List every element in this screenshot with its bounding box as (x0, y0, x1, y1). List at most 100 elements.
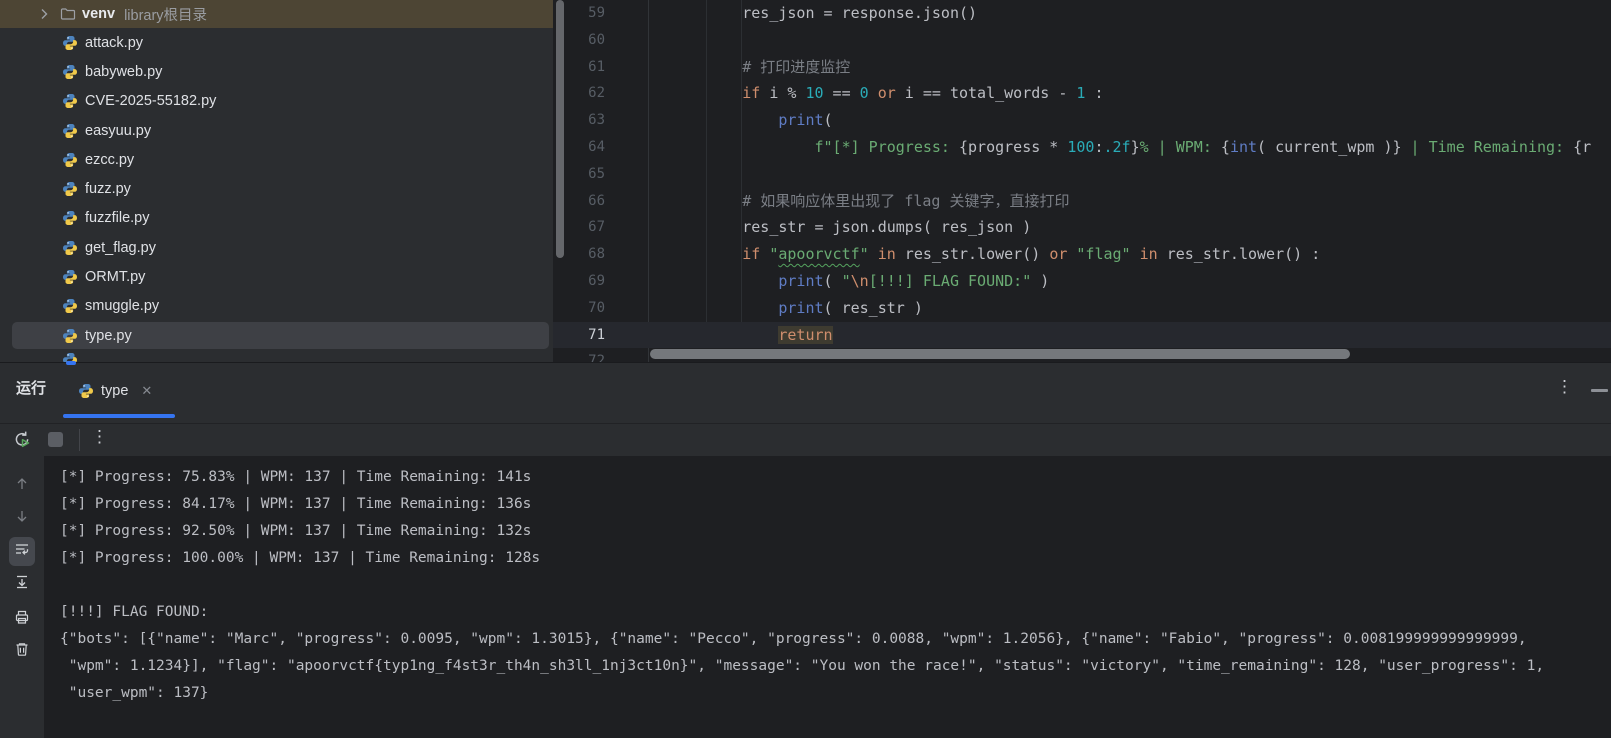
line-text: print( "\n[!!!] FLAG FOUND:" ) (553, 268, 1611, 295)
console-line: [*] Progress: 84.17% | WPM: 137 | Time R… (60, 491, 1611, 518)
line-text: res_json = response.json() (553, 0, 1611, 27)
code-line-59: 59 res_json = response.json() (553, 0, 1611, 27)
tree-item-fuzz.py[interactable]: fuzz.py (0, 174, 553, 203)
down-stacktrace-icon[interactable] (14, 508, 30, 529)
file-name: attack.py (85, 35, 143, 51)
code-editor[interactable]: 59 res_json = response.json()6061 # 打印进度… (553, 0, 1611, 362)
line-text: print( (553, 107, 1611, 134)
line-text: res_str = json.dumps( res_json ) (553, 214, 1611, 241)
more-options-icon[interactable]: ⋮ (91, 427, 108, 447)
file-name: fuzzfile.py (85, 210, 149, 226)
file-name: babyweb.py (85, 64, 162, 80)
hide-panel-icon[interactable] (1591, 389, 1608, 392)
code-line-65: 65 (553, 161, 1611, 188)
console-line: [!!!] FLAG FOUND: (60, 599, 1611, 626)
ide-window: venv library根目录 attack.py babyweb.py CVE-2… (0, 0, 1611, 738)
tree-item-attack.py[interactable]: attack.py (0, 28, 553, 57)
tree-item-get_flag.py[interactable]: get_flag.py (0, 233, 553, 262)
tree-item-venv[interactable]: venv library根目录 (0, 0, 553, 28)
editor-horizontal-scrollbar[interactable] (650, 349, 1350, 359)
soft-wrap-icon[interactable] (9, 537, 35, 566)
up-stacktrace-icon[interactable] (14, 476, 30, 497)
tree-item-CVE-2025-55182.py[interactable]: CVE-2025-55182.py (0, 87, 553, 116)
line-number[interactable]: 69 (553, 268, 605, 295)
python-file-icon (62, 93, 78, 109)
python-file-icon (62, 35, 78, 51)
tree-item-easyuu.py[interactable]: easyuu.py (0, 116, 553, 145)
rerun-icon[interactable] (13, 430, 31, 453)
editor-lines: 59 res_json = response.json()6061 # 打印进度… (553, 0, 1611, 362)
console-line: [*] Progress: 92.50% | WPM: 137 | Time R… (60, 518, 1611, 545)
run-toolbar: ⋮ (0, 424, 1611, 456)
tree-vertical-scrollbar[interactable] (556, 0, 564, 258)
code-line-60: 60 (553, 27, 1611, 54)
run-tab-type[interactable]: type ✕ (63, 363, 175, 419)
console-line: [*] Progress: 75.83% | WPM: 137 | Time R… (60, 464, 1611, 491)
file-name: get_flag.py (85, 240, 156, 256)
line-text: print( res_str ) (553, 295, 1611, 322)
tree-item-babyweb.py[interactable]: babyweb.py (0, 57, 553, 86)
line-number[interactable]: 70 (553, 295, 605, 322)
tree-item-type.py[interactable]: type.py (0, 321, 553, 350)
code-line-69: 69 print( "\n[!!!] FLAG FOUND:" ) (553, 268, 1611, 295)
python-file-icon (62, 210, 78, 226)
python-file-icon (62, 181, 78, 197)
file-name: ORMT.py (85, 269, 145, 285)
close-icon[interactable]: ✕ (141, 383, 152, 399)
run-header: 运行 type ✕ ⋮ (0, 363, 1611, 424)
run-body: [*] Progress: 75.83% | WPM: 137 | Time R… (0, 456, 1611, 738)
code-line-61: 61 # 打印进度监控 (553, 54, 1611, 81)
tree-item-ORMT.py[interactable]: ORMT.py (0, 262, 553, 291)
tree-item-ezcc.py[interactable]: ezcc.py (0, 145, 553, 174)
line-number[interactable]: 71 (553, 322, 605, 349)
code-line-62: 62 if i % 10 == 0 or i == total_words - … (553, 80, 1611, 107)
python-file-icon (62, 269, 78, 285)
code-line-63: 63 print( (553, 107, 1611, 134)
toolbar-separator (79, 429, 80, 451)
active-tab-underline (63, 414, 175, 418)
run-tool-window: 运行 type ✕ ⋮ ⋮ [*] Pr (0, 362, 1611, 738)
file-name: smuggle.py (85, 298, 159, 314)
code-line-71: 71 return (553, 322, 1611, 349)
file-name: fuzz.py (85, 181, 131, 197)
console-side-toolbar (0, 456, 44, 738)
root-folder-name: venv (82, 6, 115, 22)
folder-icon (60, 6, 76, 22)
python-file-icon (62, 123, 78, 139)
line-number[interactable]: 72 (553, 348, 605, 362)
console-line: {"bots": [{"name": "Marc", "progress": 0… (60, 626, 1611, 653)
console-output[interactable]: [*] Progress: 75.83% | WPM: 137 | Time R… (44, 456, 1611, 738)
tree-item-fuzzfile.py[interactable]: fuzzfile.py (0, 204, 553, 233)
code-line-66: 66 # 如果响应体里出现了 flag 关键字，直接打印 (553, 188, 1611, 215)
file-name: easyuu.py (85, 123, 151, 139)
tree-item-smuggle.py[interactable]: smuggle.py (0, 292, 553, 321)
stop-icon[interactable] (48, 432, 63, 447)
line-text: # 打印进度监控 (553, 54, 1611, 81)
file-name: CVE-2025-55182.py (85, 93, 216, 109)
print-icon[interactable] (14, 609, 30, 630)
project-tree-panel: venv library根目录 attack.py babyweb.py CVE-2… (0, 0, 553, 362)
run-panel-title: 运行 (16, 377, 46, 398)
python-file-icon (62, 240, 78, 256)
code-line-64: 64 f"[*] Progress: {progress * 100:.2f}%… (553, 134, 1611, 161)
run-tab-label: type (101, 383, 128, 399)
code-line-70: 70 print( res_str ) (553, 295, 1611, 322)
python-icon (78, 383, 94, 399)
chevron-right-icon[interactable] (36, 6, 52, 22)
clear-console-icon[interactable] (14, 641, 30, 662)
file-name: type.py (85, 328, 132, 344)
line-text: f"[*] Progress: {progress * 100:.2f}% | … (553, 134, 1611, 161)
line-text: if i % 10 == 0 or i == total_words - 1 : (553, 80, 1611, 107)
python-file-icon (62, 328, 78, 344)
line-text: # 如果响应体里出现了 flag 关键字，直接打印 (553, 188, 1611, 215)
python-file-icon (62, 298, 78, 314)
line-text: return (553, 322, 1611, 349)
root-folder-suffix: library根目录 (124, 4, 207, 25)
line-text: if "apoorvctf" in res_str.lower() or "fl… (553, 241, 1611, 268)
python-file-icon (62, 152, 78, 168)
project-file-list: attack.py babyweb.py CVE-2025-55182.py easy… (0, 28, 553, 350)
more-options-icon[interactable]: ⋮ (1556, 377, 1573, 397)
console-line: "user_wpm": 137} (60, 680, 1611, 707)
scroll-to-end-icon[interactable] (14, 574, 30, 595)
file-name: ezcc.py (85, 152, 134, 168)
